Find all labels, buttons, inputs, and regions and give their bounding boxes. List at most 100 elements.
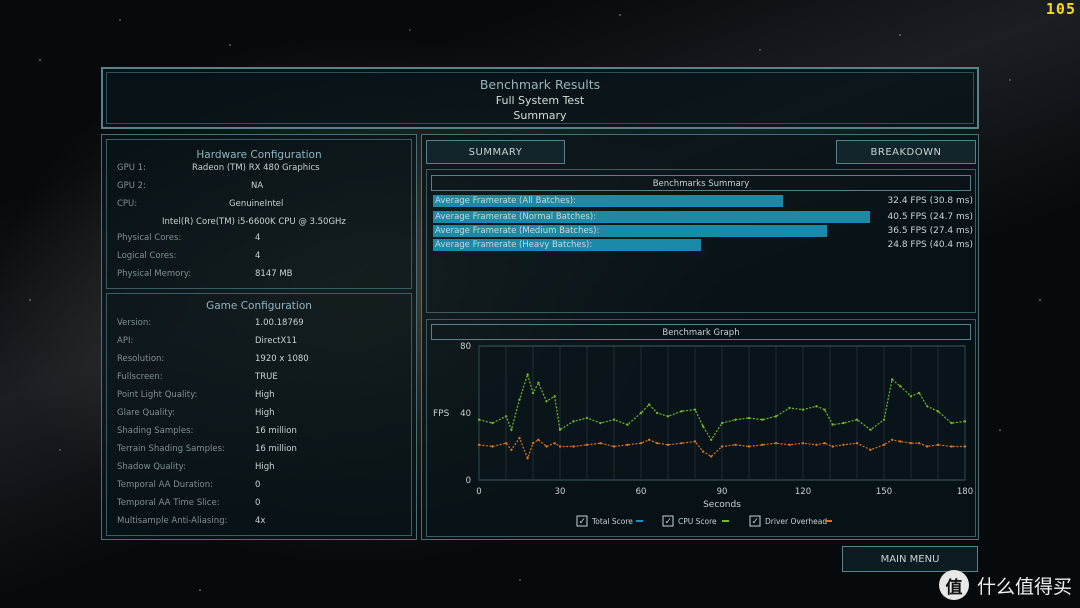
data-point	[747, 416, 751, 420]
data-point	[647, 403, 651, 406]
data-point	[526, 457, 529, 460]
x-axis-label: Seconds	[703, 500, 741, 510]
data-point	[774, 415, 778, 418]
data-point	[599, 421, 602, 425]
data-point	[815, 443, 818, 447]
hardware-section-title: Hardware Configuration	[196, 149, 322, 161]
data-point	[734, 443, 737, 447]
summary-header: Benchmarks Summary	[431, 175, 971, 191]
page-title: Benchmark Results	[479, 77, 601, 92]
game-row-value: 0	[255, 480, 261, 490]
data-point	[909, 441, 913, 445]
data-point	[504, 441, 508, 445]
data-point	[647, 438, 651, 441]
data-point	[537, 381, 540, 385]
x-tick-label: 0	[476, 487, 481, 497]
results-panel: SUMMARY BREAKDOWN Benchmarks Summary Ave…	[421, 134, 979, 540]
tab-breakdown[interactable]: BREAKDOWN	[836, 140, 976, 164]
game-row-label: Version:	[117, 318, 152, 328]
game-row-value: 16 million	[255, 444, 297, 454]
benchmark-graph-section: Benchmark Graph 0 40 80 FPS 0 30 60 90 120 150 180…	[426, 319, 976, 537]
x-tick-label: 120	[795, 487, 811, 497]
data-point	[710, 438, 713, 441]
y-axis-label: FPS	[433, 409, 450, 419]
data-point	[558, 445, 562, 448]
data-point	[558, 428, 562, 431]
data-point	[612, 445, 616, 448]
data-point	[917, 391, 921, 395]
data-point	[899, 385, 902, 388]
data-point	[639, 441, 643, 445]
data-point	[788, 406, 791, 410]
data-point	[936, 410, 940, 413]
data-point	[882, 418, 886, 421]
results-header-panel: Benchmark Results Full System Test Summa…	[101, 67, 979, 129]
hardware-row-value: GenuineIntel	[229, 199, 284, 209]
hardware-row-value: Radeon (TM) RX 480 Graphics	[192, 163, 320, 173]
game-row-value: 1920 x 1080	[255, 354, 309, 364]
data-point	[510, 448, 513, 452]
summary-bar-value: 40.5 FPS (24.7 ms)	[887, 212, 973, 222]
data-point	[656, 411, 659, 415]
data-point	[720, 421, 724, 425]
data-point	[504, 415, 508, 418]
data-point	[831, 423, 834, 426]
data-point	[899, 440, 902, 443]
data-point	[761, 443, 764, 447]
data-point	[890, 438, 894, 441]
hardware-row-value: 4	[255, 233, 261, 243]
fps-counter: 105	[1045, 0, 1076, 18]
data-point	[815, 405, 818, 408]
benchmark-graph-chart: 0 40 80 FPS 0 30 60 90 120 150 180 Seconds ✓ Total Sc…	[433, 342, 973, 527]
test-name: Full System Test	[495, 94, 585, 107]
x-tick-label: 90	[717, 487, 728, 497]
game-row-value: High	[255, 462, 275, 472]
game-row-value: 1.00.18769	[255, 318, 304, 328]
summary-bar-label: Average Framerate (All Batches):	[435, 196, 576, 206]
legend-label: CPU Score	[678, 517, 717, 526]
data-point	[477, 443, 481, 447]
data-point	[720, 445, 724, 448]
watermark-logo-icon: 值	[938, 570, 969, 600]
game-row-value: DirectX11	[255, 336, 298, 346]
data-point	[823, 408, 826, 411]
data-point	[774, 441, 778, 445]
y-tick-label: 40	[460, 409, 471, 419]
data-point	[890, 378, 894, 381]
game-row-label: Shading Samples:	[117, 426, 194, 436]
data-point	[626, 443, 629, 447]
legend-swatch	[722, 520, 729, 522]
hardware-row-value: Intel(R) Core(TM) i5-6600K CPU @ 3.50GHz	[162, 217, 346, 227]
data-point	[950, 421, 953, 425]
game-row-value: High	[255, 408, 275, 418]
data-point	[518, 398, 521, 401]
data-point	[869, 428, 872, 431]
data-point	[855, 441, 859, 445]
data-point	[788, 443, 791, 447]
summary-bar-row: Average Framerate (Medium Batches): 36.5 …	[433, 225, 973, 237]
summary-bar-value: 24.8 FPS (40.4 ms)	[887, 240, 973, 250]
game-row-value: 0	[255, 498, 261, 508]
data-point	[823, 441, 826, 445]
data-point	[701, 450, 705, 453]
game-row-label: Temporal AA Duration:	[117, 480, 213, 490]
tab-summary[interactable]: SUMMARY	[426, 140, 565, 164]
legend-label: Total Score	[591, 517, 633, 526]
data-point	[917, 441, 921, 445]
benchmarks-summary-section: Benchmarks Summary Average Framerate (Al…	[426, 169, 976, 313]
game-row-label: API:	[117, 336, 134, 346]
game-section-title: Game Configuration	[206, 300, 312, 312]
data-point	[477, 418, 481, 421]
data-point	[545, 400, 548, 403]
summary-bar-value: 36.5 FPS (27.4 ms)	[887, 226, 973, 236]
hardware-row-label: Physical Memory:	[117, 269, 192, 279]
data-point	[531, 391, 535, 395]
main-menu-button[interactable]: MAIN MENU	[842, 546, 978, 572]
hardware-row-value: NA	[251, 181, 264, 191]
data-point	[747, 445, 751, 448]
y-tick-label: 0	[466, 476, 471, 486]
data-point	[963, 445, 967, 448]
data-point	[585, 443, 589, 447]
data-point	[710, 455, 713, 458]
data-point	[639, 411, 643, 415]
